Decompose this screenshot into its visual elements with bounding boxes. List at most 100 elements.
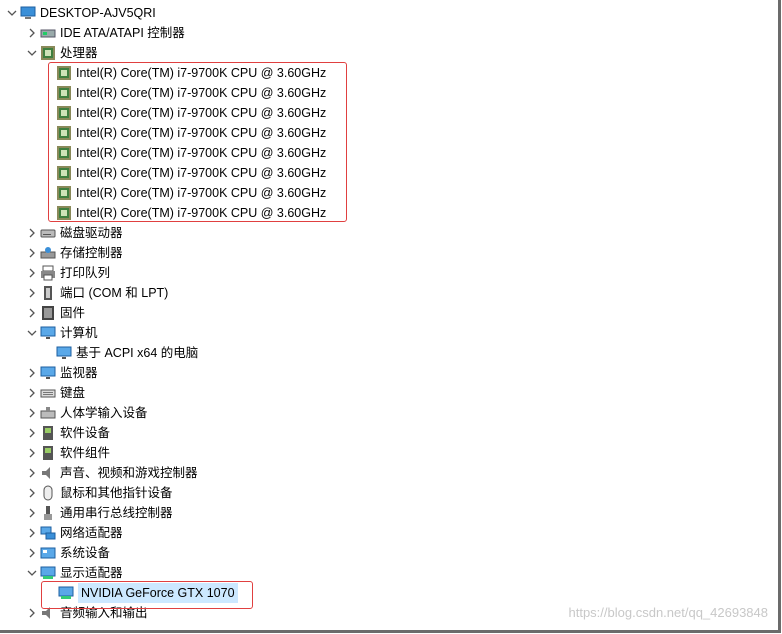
processor-item[interactable]: Intel(R) Core(TM) i7-9700K CPU @ 3.60GHz xyxy=(44,103,326,123)
category-keyboards[interactable]: 键盘 xyxy=(24,383,85,403)
node-label: 存储控制器 xyxy=(60,246,123,260)
chevron-right-icon[interactable] xyxy=(24,603,40,623)
chevron-right-icon[interactable] xyxy=(24,383,40,403)
chevron-down-icon[interactable] xyxy=(24,43,40,63)
category-hid[interactable]: 人体学输入设备 xyxy=(24,403,148,423)
chevron-right-icon[interactable] xyxy=(24,503,40,523)
node-label: 软件设备 xyxy=(60,426,111,440)
category-display-adapters[interactable]: 显示适配器 xyxy=(24,563,123,583)
node-label: Intel(R) Core(TM) i7-9700K CPU @ 3.60GHz xyxy=(76,186,327,200)
chip-icon xyxy=(56,105,72,121)
node-label: 键盘 xyxy=(60,386,86,400)
node-label: Intel(R) Core(TM) i7-9700K CPU @ 3.60GHz xyxy=(76,166,327,180)
gpu-icon xyxy=(58,585,74,601)
system-icon xyxy=(40,545,56,561)
category-mice[interactable]: 鼠标和其他指针设备 xyxy=(24,483,173,503)
chevron-right-icon[interactable] xyxy=(24,403,40,423)
category-ide-controllers[interactable]: IDE ATA/ATAPI 控制器 xyxy=(24,23,185,43)
chevron-right-icon[interactable] xyxy=(24,363,40,383)
chevron-right-icon[interactable] xyxy=(24,423,40,443)
printer-icon xyxy=(40,265,56,281)
category-computer[interactable]: 计算机 xyxy=(24,323,98,343)
chip-icon xyxy=(56,185,72,201)
mouse-icon xyxy=(40,485,56,501)
node-label: Intel(R) Core(TM) i7-9700K CPU @ 3.60GHz xyxy=(76,66,327,80)
processor-item[interactable]: Intel(R) Core(TM) i7-9700K CPU @ 3.60GHz xyxy=(44,143,326,163)
chevron-right-icon[interactable] xyxy=(24,283,40,303)
chip-icon xyxy=(56,65,72,81)
category-software-components[interactable]: 软件组件 xyxy=(24,443,110,463)
port-icon xyxy=(40,285,56,301)
category-print-queues[interactable]: 打印队列 xyxy=(24,263,110,283)
chip-icon xyxy=(56,205,72,221)
node-label: 监视器 xyxy=(60,366,98,380)
monitor-icon xyxy=(56,345,72,361)
node-label: NVIDIA GeForce GTX 1070 xyxy=(78,583,238,603)
category-disk-drives[interactable]: 磁盘驱动器 xyxy=(24,223,123,243)
chevron-down-icon[interactable] xyxy=(4,3,20,23)
device-manager-window: DESKTOP-AJV5QRI IDE ATA/ATAPI 控制器处理器 Intel… xyxy=(0,0,781,633)
chevron-right-icon[interactable] xyxy=(24,463,40,483)
audio-icon xyxy=(40,605,56,621)
watermark: https://blog.csdn.net/qq_42693848 xyxy=(568,605,769,620)
node-label: 鼠标和其他指针设备 xyxy=(60,486,173,500)
node-label: DESKTOP-AJV5QRI xyxy=(40,6,156,20)
category-audio-io[interactable]: 音频输入和输出 xyxy=(24,603,148,623)
monitor-icon xyxy=(40,325,56,341)
node-label: 固件 xyxy=(60,306,86,320)
sound-icon xyxy=(40,465,56,481)
category-storage-controllers[interactable]: 存储控制器 xyxy=(24,243,123,263)
processor-item[interactable]: Intel(R) Core(TM) i7-9700K CPU @ 3.60GHz xyxy=(44,123,326,143)
category-usb-controllers[interactable]: 通用串行总线控制器 xyxy=(24,503,173,523)
storage-icon xyxy=(40,245,56,261)
category-ports[interactable]: 端口 (COM 和 LPT) xyxy=(24,283,168,303)
chevron-right-icon[interactable] xyxy=(24,223,40,243)
chevron-right-icon[interactable] xyxy=(24,243,40,263)
chevron-down-icon[interactable] xyxy=(24,323,40,343)
node-label: 软件组件 xyxy=(60,446,111,460)
category-processors[interactable]: 处理器 xyxy=(24,43,98,63)
chip-icon xyxy=(56,85,72,101)
chevron-right-icon[interactable] xyxy=(24,263,40,283)
chevron-right-icon[interactable] xyxy=(24,523,40,543)
chip-icon xyxy=(56,125,72,141)
category-system-devices[interactable]: 系统设备 xyxy=(24,543,110,563)
node-label: 系统设备 xyxy=(60,546,111,560)
category-monitors[interactable]: 监视器 xyxy=(24,363,98,383)
chevron-right-icon[interactable] xyxy=(24,443,40,463)
chevron-right-icon[interactable] xyxy=(24,543,40,563)
category-firmware[interactable]: 固件 xyxy=(24,303,85,323)
chevron-right-icon[interactable] xyxy=(24,23,40,43)
node-label: 基于 ACPI x64 的电脑 xyxy=(76,346,199,360)
processor-item[interactable]: Intel(R) Core(TM) i7-9700K CPU @ 3.60GHz xyxy=(44,163,326,183)
category-sound-video-game[interactable]: 声音、视频和游戏控制器 xyxy=(24,463,198,483)
processor-item[interactable]: Intel(R) Core(TM) i7-9700K CPU @ 3.60GHz xyxy=(44,83,326,103)
chevron-right-icon[interactable] xyxy=(24,303,40,323)
processor-item[interactable]: Intel(R) Core(TM) i7-9700K CPU @ 3.60GHz xyxy=(44,203,326,223)
node-label: 磁盘驱动器 xyxy=(60,226,123,240)
chevron-right-icon[interactable] xyxy=(24,483,40,503)
node-label: 声音、视频和游戏控制器 xyxy=(60,466,198,480)
disk-icon xyxy=(40,225,56,241)
category-network-adapters[interactable]: 网络适配器 xyxy=(24,523,123,543)
processor-item[interactable]: Intel(R) Core(TM) i7-9700K CPU @ 3.60GHz xyxy=(44,63,326,83)
gpu-icon xyxy=(40,565,56,581)
chevron-down-icon[interactable] xyxy=(24,563,40,583)
root-computer-node[interactable]: DESKTOP-AJV5QRI xyxy=(4,3,156,23)
node-label: Intel(R) Core(TM) i7-9700K CPU @ 3.60GHz xyxy=(76,86,327,100)
computer-acpi-item[interactable]: 基于 ACPI x64 的电脑 xyxy=(44,343,198,363)
computer-icon xyxy=(20,5,36,21)
node-label: IDE ATA/ATAPI 控制器 xyxy=(60,26,185,40)
category-software-devices[interactable]: 软件设备 xyxy=(24,423,110,443)
processor-item[interactable]: Intel(R) Core(TM) i7-9700K CPU @ 3.60GHz xyxy=(44,183,326,203)
gpu-item[interactable]: NVIDIA GeForce GTX 1070 xyxy=(42,583,238,603)
